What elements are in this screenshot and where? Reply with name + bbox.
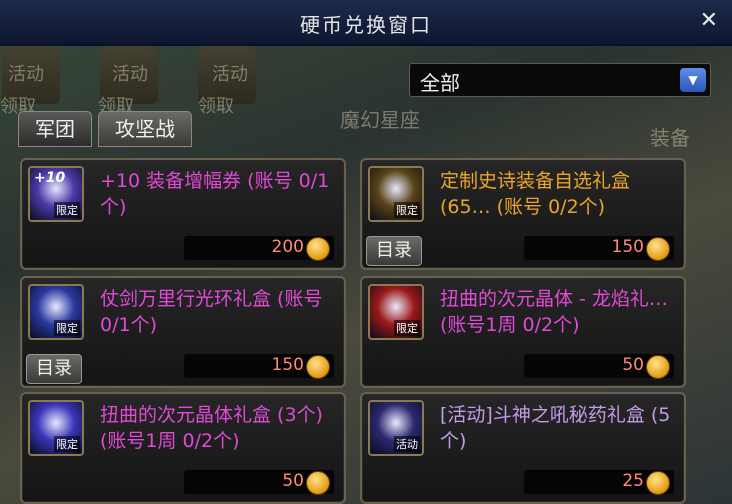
- coin-icon: [306, 237, 330, 261]
- limited-badge: 限定: [394, 202, 420, 218]
- catalog-button[interactable]: 目录: [26, 354, 82, 384]
- limited-badge: 限定: [54, 320, 80, 336]
- item-price: 150: [611, 237, 644, 257]
- limited-badge: 限定: [394, 320, 420, 336]
- limited-badge: 限定: [54, 202, 80, 218]
- window-title: 硬币兑换窗口: [300, 13, 432, 37]
- bg-map-label: 魔幻星座: [340, 108, 420, 132]
- item-icon: 限定: [368, 166, 424, 222]
- price-bar: 150: [524, 236, 674, 261]
- item-price: 150: [271, 355, 304, 375]
- coin-icon: [646, 355, 670, 379]
- event-badge: 活动: [394, 436, 420, 452]
- shop-item-card[interactable]: 限定 扭曲的次元晶体 - 龙焰礼… (账号1周 0/2个) 50: [360, 276, 686, 388]
- item-icon: 活动: [368, 400, 424, 456]
- title-bar: 硬币兑换窗口 ✕: [0, 0, 732, 46]
- shop-item-card[interactable]: 限定 扭曲的次元晶体礼盒 (3个) (账号1周 0/2个) 50: [20, 392, 346, 504]
- chevron-down-icon[interactable]: ▼: [680, 68, 706, 92]
- item-icon: 限定: [28, 284, 84, 340]
- price-bar: 25: [524, 470, 674, 495]
- tab-legion[interactable]: 军团: [18, 111, 92, 147]
- shop-item-card[interactable]: +10 限定 +10 装备增幅券 (账号 0/1个) 200: [20, 158, 346, 270]
- item-icon: 限定: [28, 400, 84, 456]
- bg-slot-label: 活动: [112, 64, 148, 85]
- coin-icon: [306, 355, 330, 379]
- item-price: 50: [622, 355, 644, 375]
- item-icon: 限定: [368, 284, 424, 340]
- item-price: 50: [282, 471, 304, 491]
- coin-icon: [646, 471, 670, 495]
- bg-slot-label: 活动: [212, 64, 248, 85]
- category-dropdown[interactable]: 全部 ▼: [409, 63, 711, 97]
- bg-right-label: 装备: [650, 126, 690, 150]
- coin-icon: [646, 237, 670, 261]
- item-icon-text: +10: [34, 170, 66, 186]
- catalog-button[interactable]: 目录: [366, 236, 422, 266]
- shop-item-card[interactable]: 限定 仗剑万里行光环礼盒 (账号 0/1个) 目录 150: [20, 276, 346, 388]
- item-name: 仗剑万里行光环礼盒 (账号 0/1个): [100, 288, 323, 336]
- price-bar: 50: [184, 470, 334, 495]
- item-icon: +10 限定: [28, 166, 84, 222]
- bg-side-label: 领取: [198, 96, 234, 117]
- item-name: 扭曲的次元晶体礼盒 (3个) (账号1周 0/2个): [100, 404, 323, 452]
- shop-item-card[interactable]: 限定 定制史诗装备自选礼盒 (65… (账号 0/2个) 目录 150: [360, 158, 686, 270]
- dropdown-selected-value: 全部: [420, 71, 460, 95]
- price-bar: 50: [524, 354, 674, 379]
- item-name: 扭曲的次元晶体 - 龙焰礼… (账号1周 0/2个): [440, 288, 668, 336]
- item-name: [活动]斗神之吼秘药礼盒 (5个): [440, 404, 671, 452]
- bg-slot-label: 活动: [8, 64, 44, 85]
- shop-item-card[interactable]: 活动 [活动]斗神之吼秘药礼盒 (5个) 25: [360, 392, 686, 504]
- price-bar: 150: [184, 354, 334, 379]
- close-icon[interactable]: ✕: [700, 8, 718, 33]
- item-price: 200: [271, 237, 304, 257]
- limited-badge: 限定: [54, 436, 80, 452]
- item-price: 25: [622, 471, 644, 491]
- tab-siege[interactable]: 攻坚战: [98, 111, 192, 147]
- coin-icon: [306, 471, 330, 495]
- price-bar: 200: [184, 236, 334, 261]
- item-name: 定制史诗装备自选礼盒 (65… (账号 0/2个): [440, 170, 631, 218]
- item-name: +10 装备增幅券 (账号 0/1个): [100, 170, 330, 218]
